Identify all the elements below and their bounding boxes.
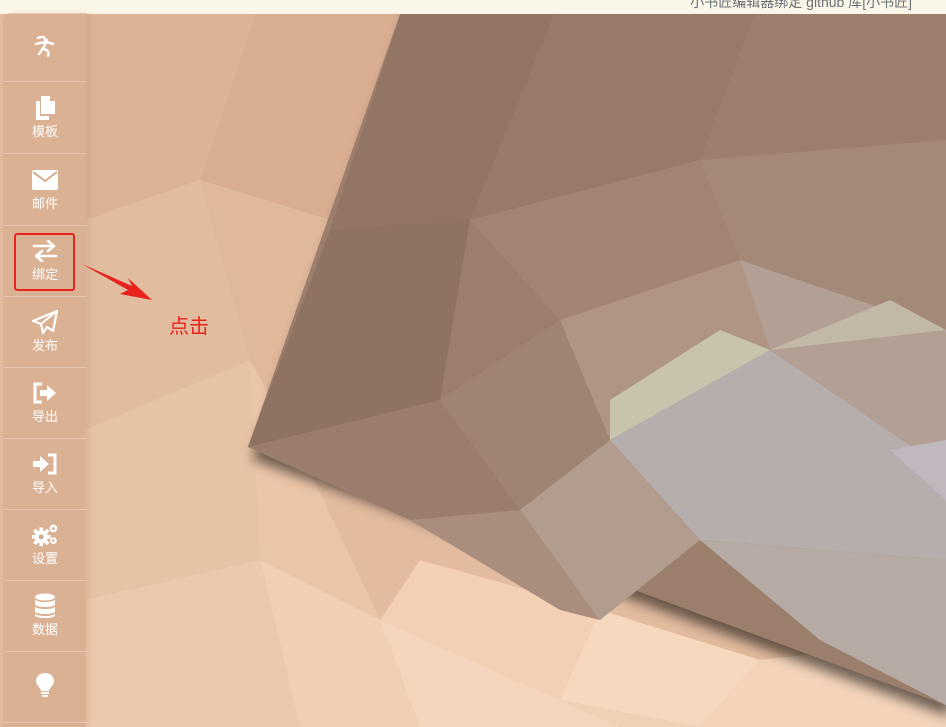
top-hint-text: 小书匠编辑器绑定 github 库[小书匠]: [690, 0, 912, 10]
logo[interactable]: [3, 13, 87, 82]
sign-in-icon: [31, 450, 59, 478]
cogs-icon: [31, 521, 59, 549]
sidebar-item-bind[interactable]: 绑定: [3, 225, 87, 297]
annotation-arrow: [82, 264, 152, 300]
logo-icon: [34, 35, 55, 58]
sidebar: 模板 邮件 绑定 发布 导出 导入 设置 数据: [3, 13, 87, 727]
sidebar-item-publish[interactable]: 发布: [3, 296, 87, 368]
sidebar-item-template[interactable]: 模板: [3, 82, 87, 154]
sidebar-item-label: 导出: [31, 410, 58, 425]
exchange-icon: [31, 237, 59, 265]
sidebar-item-label: 设置: [31, 552, 58, 567]
app-window: 小书匠编辑器绑定 github 库[小书匠] 模板 邮件 绑定 发布 导出 导入…: [0, 0, 946, 727]
envelope-icon: [31, 166, 59, 194]
database-icon: [31, 592, 59, 620]
sidebar-item-tips[interactable]: [3, 651, 87, 723]
lightbulb-icon: [31, 671, 59, 699]
sidebar-item-label: 导入: [31, 481, 58, 496]
sidebar-item-label: 数据: [31, 623, 58, 638]
sidebar-item-label: 发布: [31, 339, 58, 354]
sidebar-item-export[interactable]: 导出: [3, 367, 87, 439]
sidebar-item-import[interactable]: 导入: [3, 438, 87, 510]
copy-icon: [31, 94, 59, 122]
sidebar-item-label: 模板: [31, 125, 58, 140]
paper-plane-icon: [31, 308, 59, 336]
sidebar-item-mail[interactable]: 邮件: [3, 154, 87, 226]
annotation-text: 点击: [169, 314, 209, 338]
sidebar-item-data[interactable]: 数据: [3, 580, 87, 652]
sign-out-icon: [31, 379, 59, 407]
background-lowpoly-image: [0, 0, 946, 727]
sidebar-item-label: 邮件: [31, 197, 58, 212]
sidebar-item-label: 绑定: [31, 268, 58, 283]
sidebar-item-settings[interactable]: 设置: [3, 509, 87, 581]
